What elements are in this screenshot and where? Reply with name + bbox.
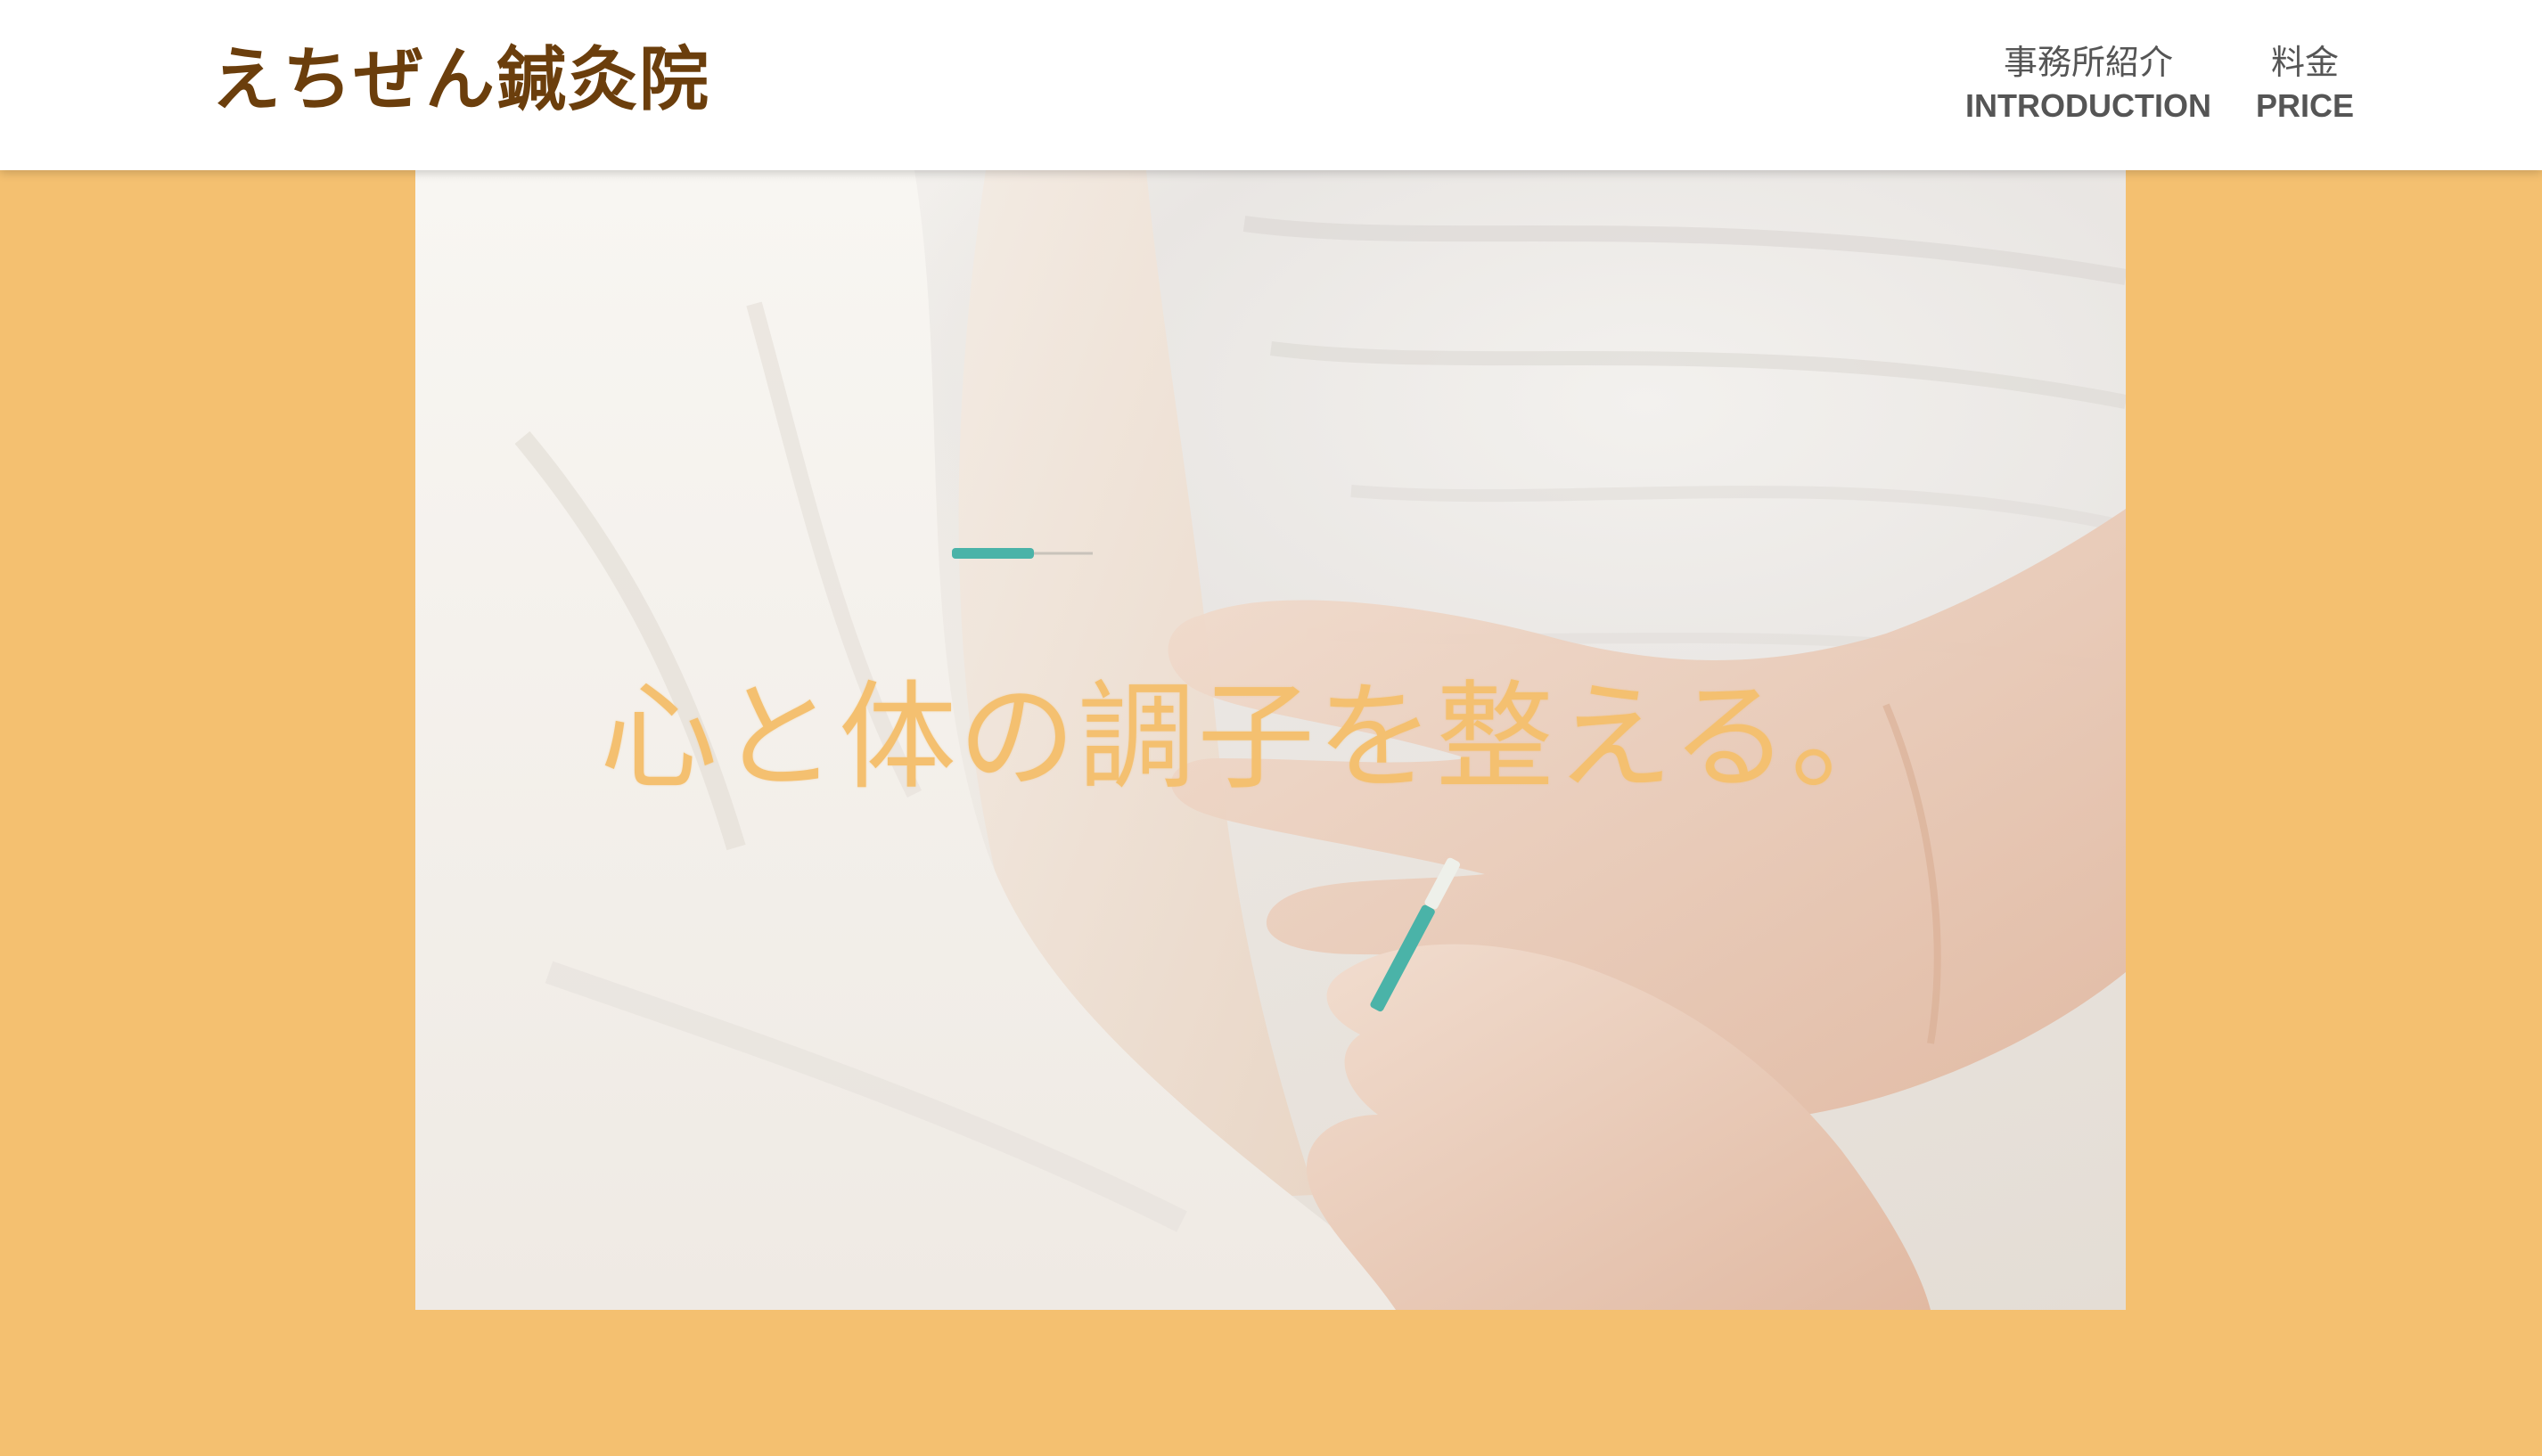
nav-item-price-jp: 料金 [2270, 43, 2339, 82]
hero-section: 心と体の調子を整える。 [415, 170, 2126, 1310]
nav-item-introduction[interactable]: 事務所紹介 INTRODUCTION [1965, 39, 2211, 127]
site-logo[interactable]: えちぜん鍼灸院 [211, 34, 710, 127]
nav-item-introduction-jp: 事務所紹介 [2003, 43, 2173, 82]
site-header: えちぜん鍼灸院 事務所紹介 INTRODUCTION 料金 PRICE [0, 0, 2542, 170]
nav-item-price[interactable]: 料金 PRICE [2256, 39, 2354, 127]
nav-item-price-en: PRICE [2255, 87, 2354, 124]
main-nav: 事務所紹介 INTRODUCTION 料金 PRICE [1965, 39, 2354, 127]
hero-slogan: 心と体の調子を整える。 [600, 669, 1911, 806]
nav-item-introduction-en: INTRODUCTION [1964, 87, 2211, 124]
